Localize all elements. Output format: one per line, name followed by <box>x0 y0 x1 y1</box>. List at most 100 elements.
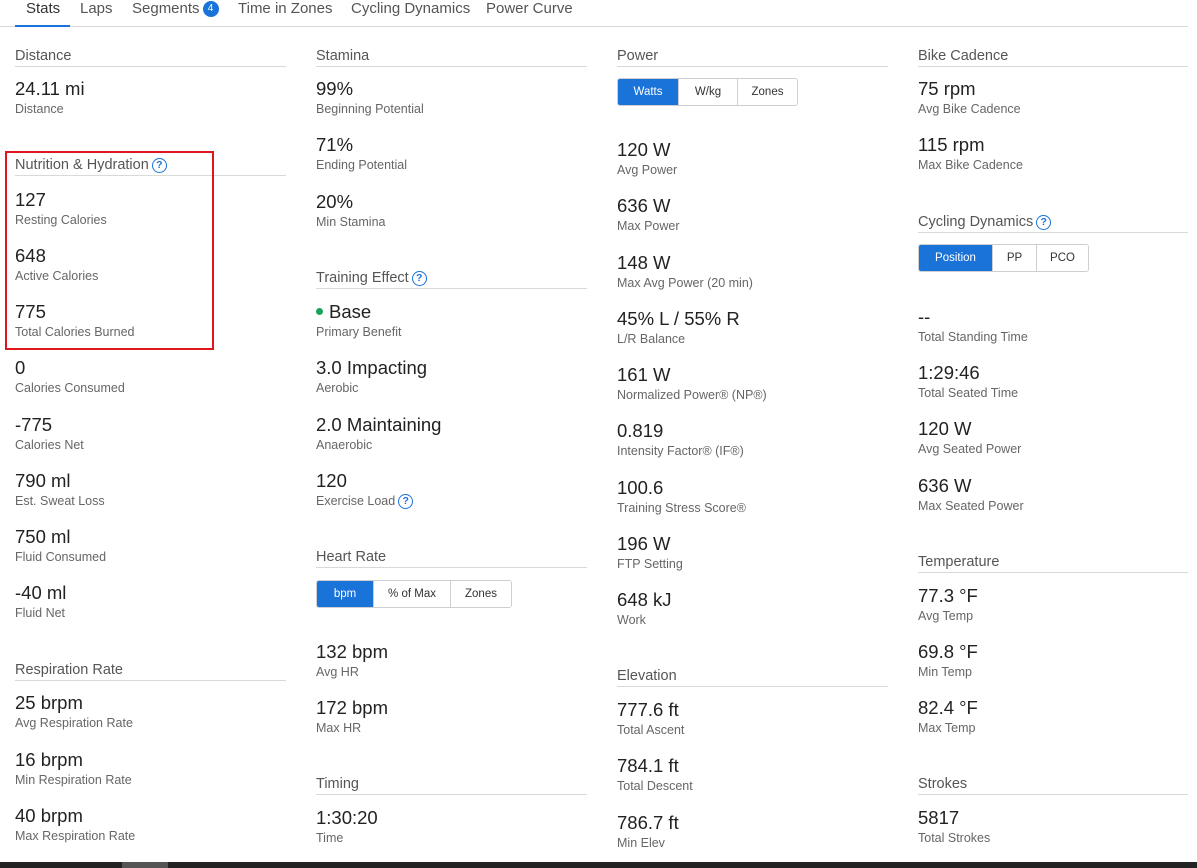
stat-label: Total Standing Time <box>918 330 1028 344</box>
stat-label: Training Stress Score® <box>617 501 746 515</box>
stat-label: Distance <box>15 102 64 116</box>
stat-label: Max Bike Cadence <box>918 158 1023 172</box>
question-circle-icon[interactable]: ? <box>411 271 427 286</box>
scrollbar-thumb[interactable] <box>122 862 168 868</box>
stat-value: 2.0 Maintaining <box>316 414 442 435</box>
tab-label: Power Curve <box>486 0 573 17</box>
stat-label: Beginning Potential <box>316 102 424 116</box>
nutrition-highlight-box <box>5 151 214 350</box>
pco-button[interactable]: PCO <box>1036 245 1088 271</box>
tab-bar: Stats Laps Segments 4 Time in Zones Cycli… <box>0 0 1188 27</box>
stat-value: 16 brpm <box>15 749 83 770</box>
percent-max-button[interactable]: % of Max <box>373 581 450 607</box>
stat-value: 784.1 ft <box>617 755 679 776</box>
horizontal-scrollbar[interactable] <box>0 862 1197 868</box>
stat-label: Avg Seated Power <box>918 442 1022 456</box>
calories-consumed-stat: 0 Calories Consumed <box>15 357 125 396</box>
training-stress-score-stat: 100.6 Training Stress Score® <box>617 477 746 516</box>
min-stamina-stat: 20% Min Stamina <box>316 191 385 230</box>
stamina-section-title: Stamina <box>316 47 587 67</box>
tab-laps[interactable]: Laps <box>80 0 113 27</box>
tab-cycling-dynamics[interactable]: Cycling Dynamics <box>351 0 470 27</box>
total-strokes-stat: 5817 Total Strokes <box>918 807 990 846</box>
stat-value: 5817 <box>918 807 960 828</box>
stat-value: 40 brpm <box>15 805 83 826</box>
stat-value: 777.6 ft <box>617 699 679 720</box>
timing-section-title: Timing <box>316 775 587 795</box>
stat-value: 20% <box>316 191 354 212</box>
cycling-dynamics-section-title: Cycling Dynamics? <box>918 213 1188 233</box>
w-per-kg-button[interactable]: W/kg <box>678 79 737 105</box>
question-circle-icon[interactable]: ? <box>398 494 414 509</box>
total-ascent-stat: 777.6 ft Total Ascent <box>617 699 684 738</box>
stat-value: -40 ml <box>15 582 67 603</box>
stat-label: Normalized Power® (NP®) <box>617 388 767 402</box>
stat-value: 99% <box>316 78 354 99</box>
stat-value: 636 W <box>617 195 671 216</box>
stat-value: 196 W <box>617 533 671 554</box>
primary-benefit-stat: Base Primary Benefit <box>316 301 401 340</box>
stat-value: 100.6 <box>617 477 664 498</box>
stat-label: Total Ascent <box>617 723 685 737</box>
section-title-text: Cycling Dynamics <box>918 214 1034 230</box>
stat-label: Work <box>617 613 646 627</box>
tab-label: Stats <box>26 0 61 17</box>
max-avg-power-stat: 148 W Max Avg Power (20 min) <box>617 252 753 291</box>
avg-cadence-stat: 75 rpm Avg Bike Cadence <box>918 78 1021 117</box>
stat-value: 82.4 °F <box>918 697 978 718</box>
avg-power-stat: 120 W Avg Power <box>617 139 677 178</box>
question-circle-icon[interactable]: ? <box>1036 215 1052 230</box>
tab-segments[interactable]: Segments 4 <box>132 0 219 27</box>
distance-section-title: Distance <box>15 47 286 67</box>
stat-label: Exercise Load? <box>316 493 414 509</box>
stat-value: Base <box>316 301 401 323</box>
strokes-section-title: Strokes <box>918 775 1188 795</box>
stat-value: 750 ml <box>15 526 71 547</box>
total-descent-stat: 784.1 ft Total Descent <box>617 755 693 794</box>
tab-stats[interactable]: Stats <box>15 0 70 27</box>
stat-value: 69.8 °F <box>918 641 978 662</box>
power-zones-button[interactable]: Zones <box>737 79 797 105</box>
hr-zones-button[interactable]: Zones <box>450 581 511 607</box>
stat-label: Primary Benefit <box>316 325 402 339</box>
stat-value: 71% <box>316 134 354 155</box>
tab-time-in-zones[interactable]: Time in Zones <box>238 0 332 27</box>
fluid-net-stat: -40 ml Fluid Net <box>15 582 66 621</box>
stat-label: Min Respiration Rate <box>15 773 132 787</box>
ending-potential-stat: 71% Ending Potential <box>316 134 407 173</box>
min-respiration-stat: 16 brpm Min Respiration Rate <box>15 749 132 788</box>
stat-label: Calories Consumed <box>15 381 125 395</box>
stat-label: Avg Respiration Rate <box>15 716 133 730</box>
stat-label: Aerobic <box>316 381 359 395</box>
stat-label: Max Power <box>617 219 680 233</box>
stat-value: 790 ml <box>15 470 71 491</box>
tab-power-curve[interactable]: Power Curve <box>486 0 573 27</box>
stat-label: Total Seated Time <box>918 386 1019 400</box>
max-cadence-stat: 115 rpm Max Bike Cadence <box>918 134 1023 173</box>
time-stat: 1:30:20 Time <box>316 807 378 846</box>
stat-label: Min Temp <box>918 665 972 679</box>
avg-hr-stat: 132 bpm Avg HR <box>316 641 388 680</box>
fluid-consumed-stat: 750 ml Fluid Consumed <box>15 526 106 565</box>
bpm-button[interactable]: bpm <box>317 581 373 607</box>
pp-button[interactable]: PP <box>992 245 1036 271</box>
stat-value: 648 kJ <box>617 589 672 610</box>
stat-label: Avg Bike Cadence <box>918 102 1021 116</box>
power-section-title: Power <box>617 47 888 67</box>
stat-label: L/R Balance <box>617 332 686 346</box>
stat-value: 786.7 ft <box>617 812 679 833</box>
stat-label: Max Seated Power <box>918 499 1024 513</box>
bike-cadence-section-title: Bike Cadence <box>918 47 1188 67</box>
position-button[interactable]: Position <box>919 245 992 271</box>
stat-value: 75 rpm <box>918 78 976 99</box>
tab-label: Segments <box>132 0 200 17</box>
heart-rate-unit-toggle: bpm % of Max Zones <box>316 580 512 608</box>
avg-seated-power-stat: 120 W Avg Seated Power <box>918 418 1021 457</box>
stat-label: Intensity Factor® (IF®) <box>617 444 744 458</box>
green-dot-icon <box>316 308 323 315</box>
stat-value: 1:30:20 <box>316 807 378 828</box>
watts-button[interactable]: Watts <box>618 79 678 105</box>
stat-label: Total Descent <box>617 779 693 793</box>
stat-value: 636 W <box>918 475 972 496</box>
stat-label: Ending Potential <box>316 158 408 172</box>
